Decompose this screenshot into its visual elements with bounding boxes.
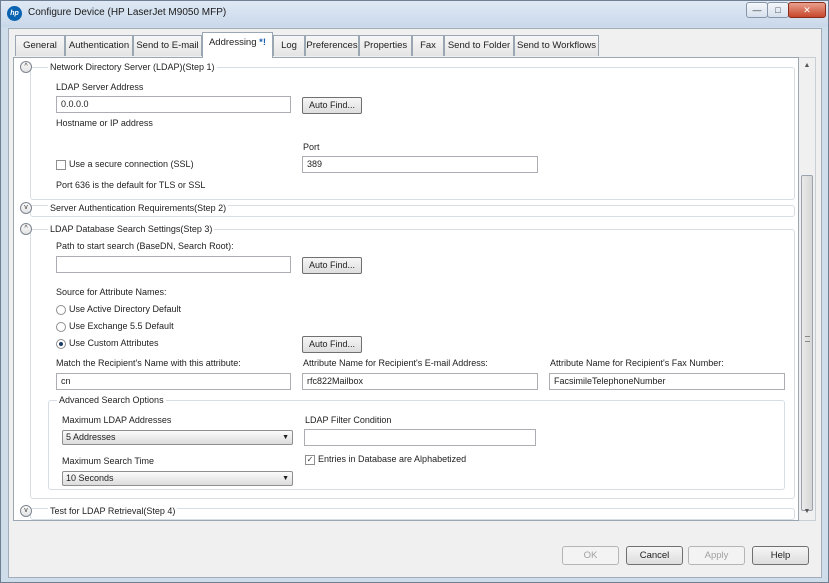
tab-log[interactable]: Log <box>273 35 305 56</box>
tab-authentication[interactable]: Authentication <box>65 35 133 56</box>
alphabetized-checkbox[interactable]: ✓ <box>305 455 315 465</box>
expand-step2-icon[interactable]: v <box>20 202 32 214</box>
radio-custom-attributes-label: Use Custom Attributes <box>69 338 159 348</box>
radio-active-directory-label: Use Active Directory Default <box>69 304 182 314</box>
max-search-time-label: Maximum Search Time <box>62 456 155 466</box>
help-button[interactable]: Help <box>752 546 809 565</box>
collapse-step3-icon[interactable]: ^ <box>20 223 32 235</box>
auto-find-server-button[interactable]: Auto Find... <box>302 97 362 114</box>
tab-properties[interactable]: Properties <box>359 35 412 56</box>
tab-general[interactable]: General <box>15 35 65 56</box>
port-label: Port <box>303 142 320 152</box>
tab-preferences[interactable]: Preferences <box>305 35 359 56</box>
base-dn-input[interactable] <box>56 256 291 273</box>
collapse-step1-icon[interactable]: ^ <box>20 61 32 73</box>
match-name-input[interactable]: cn <box>56 373 291 390</box>
ldap-filter-label: LDAP Filter Condition <box>305 415 392 425</box>
ok-button[interactable]: OK <box>562 546 619 565</box>
step4-title: Test for LDAP Retrieval(Step 4) <box>48 506 178 516</box>
dropdown-arrow-icon: ▼ <box>282 475 289 482</box>
tab-send-to-folder[interactable]: Send to Folder <box>444 35 514 56</box>
alphabetized-label: Entries in Database are Alphabetized <box>318 454 467 464</box>
max-addresses-label: Maximum LDAP Addresses <box>62 415 172 425</box>
email-attribute-label: Attribute Name for Recipient's E-mail Ad… <box>303 358 488 368</box>
tab-modified-marker: *! <box>259 37 267 48</box>
title-bar: hp Configure Device (HP LaserJet M9050 M… <box>1 1 828 27</box>
dropdown-arrow-icon: ▼ <box>282 434 289 441</box>
step2-title: Server Authentication Requirements(Step … <box>48 203 229 213</box>
tab-addressing[interactable]: Addressing *! <box>202 32 273 58</box>
scroll-up-icon[interactable]: ▲ <box>799 58 815 74</box>
max-addresses-value: 5 Addresses <box>66 432 116 442</box>
tab-addressing-label: Addressing <box>208 37 257 48</box>
tab-send-to-workflows[interactable]: Send to Workflows <box>514 35 599 56</box>
radio-exchange-label: Use Exchange 5.5 Default <box>69 321 174 331</box>
addressing-panel: ^ Network Directory Server (LDAP)(Step 1… <box>13 57 799 521</box>
base-dn-label: Path to start search (BaseDN, Search Roo… <box>56 241 234 251</box>
fax-attribute-label: Attribute Name for Recipient's Fax Numbe… <box>550 358 724 368</box>
email-attribute-input[interactable]: rfc822Mailbox <box>302 373 538 390</box>
advanced-search-title: Advanced Search Options <box>57 395 166 405</box>
scroll-down-icon[interactable]: ▼ <box>799 504 815 520</box>
scrollbar-grip-icon <box>805 336 810 342</box>
hostname-hint: Hostname or IP address <box>56 118 153 128</box>
max-search-time-select[interactable]: 10 Seconds ▼ <box>62 471 293 486</box>
dialog-client-area: General Authentication Send to E-mail Ad… <box>8 28 822 578</box>
vertical-scrollbar[interactable]: ▲ ▼ <box>799 57 816 521</box>
apply-button[interactable]: Apply <box>688 546 745 565</box>
port-input[interactable]: 389 <box>302 156 538 173</box>
ssl-label: Use a secure connection (SSL) <box>69 159 194 169</box>
radio-active-directory[interactable] <box>56 305 66 315</box>
window-title: Configure Device (HP LaserJet M9050 MFP) <box>28 7 227 18</box>
step1-title: Network Directory Server (LDAP)(Step 1) <box>48 62 217 72</box>
hp-logo-icon: hp <box>7 6 22 21</box>
attribute-source-label: Source for Attribute Names: <box>56 287 167 297</box>
cancel-button[interactable]: Cancel <box>626 546 683 565</box>
match-name-label: Match the Recipient's Name with this att… <box>56 358 241 368</box>
maximize-button[interactable]: □ <box>767 2 789 18</box>
ldap-server-address-label: LDAP Server Address <box>56 82 144 92</box>
scrollbar-thumb[interactable] <box>801 175 813 511</box>
auto-find-attributes-button[interactable]: Auto Find... <box>302 336 362 353</box>
ldap-filter-input[interactable] <box>304 429 536 446</box>
max-search-time-value: 10 Seconds <box>66 473 114 483</box>
minimize-button[interactable]: — <box>746 2 768 18</box>
configure-device-window: hp Configure Device (HP LaserJet M9050 M… <box>0 0 829 583</box>
ldap-server-address-input[interactable]: 0.0.0.0 <box>56 96 291 113</box>
ssl-port-hint: Port 636 is the default for TLS or SSL <box>56 180 206 190</box>
close-button[interactable]: ✕ <box>788 2 826 18</box>
auto-find-basedn-button[interactable]: Auto Find... <box>302 257 362 274</box>
radio-custom-attributes[interactable] <box>56 339 66 349</box>
radio-exchange[interactable] <box>56 322 66 332</box>
expand-step4-icon[interactable]: v <box>20 505 32 517</box>
fax-attribute-input[interactable]: FacsimileTelephoneNumber <box>549 373 785 390</box>
tab-fax[interactable]: Fax <box>412 35 444 56</box>
step3-title: LDAP Database Search Settings(Step 3) <box>48 224 215 234</box>
ssl-checkbox[interactable] <box>56 160 66 170</box>
max-addresses-select[interactable]: 5 Addresses ▼ <box>62 430 293 445</box>
tab-send-to-email[interactable]: Send to E-mail <box>133 35 202 56</box>
